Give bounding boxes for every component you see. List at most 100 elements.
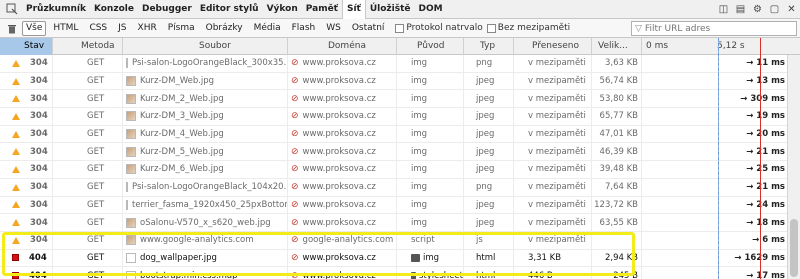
table-row[interactable]: 304 GET Psi-salon-LogoOrangeBlack_104x20.p…: [0, 178, 787, 197]
size: 46,39 KB: [599, 146, 638, 157]
table-row[interactable]: 304 GET terrier_fasma_1920x450_25pxBottom.…: [0, 196, 787, 215]
tab-5[interactable]: Paměť: [302, 0, 342, 19]
size: 39,48 KB: [599, 164, 638, 175]
tab-4[interactable]: Výkon: [263, 0, 302, 19]
tab-0[interactable]: Průzkumník: [22, 0, 90, 19]
file-name: Kurz-DM_5_Web.jpg: [140, 146, 224, 157]
transferred: v mezipaměti: [528, 146, 586, 157]
tab-3[interactable]: Editor stylů: [196, 0, 263, 19]
column-size[interactable]: Velik...: [592, 37, 642, 55]
filter-type-button[interactable]: Flash: [288, 21, 320, 36]
persist-log-checkbox[interactable]: Protokol natrvalo: [395, 23, 483, 33]
insecure-lock-icon: ⊘: [291, 76, 299, 87]
table-row[interactable]: 304 GET Kurz-DM_4_Web.jpg ⊘ www.proksova.cz i…: [0, 125, 787, 144]
timing: → 25 ms: [746, 164, 785, 175]
table-row[interactable]: 304 GET Kurz-DM_5_Web.jpg ⊘ www.proksova.cz i…: [0, 143, 787, 162]
filter-type-button[interactable]: WS: [322, 21, 345, 36]
scrollbar-thumb[interactable]: [790, 219, 798, 277]
transferred: v mezipaměti: [528, 58, 586, 69]
domain: www.proksova.cz: [302, 270, 376, 279]
filter-type-button[interactable]: Písma: [164, 21, 199, 36]
status-code: 304: [30, 199, 48, 210]
filter-url-input[interactable]: [644, 23, 785, 34]
column-transferred[interactable]: Přeneseno: [514, 37, 592, 55]
filter-url-field[interactable]: ▽: [631, 21, 797, 36]
tab-1[interactable]: Konzole: [90, 0, 138, 19]
thumbnail-icon: [126, 217, 136, 228]
split-console-icon[interactable]: ▤: [732, 1, 749, 18]
close-icon[interactable]: ✕: [783, 1, 800, 18]
persist-log-box[interactable]: [395, 23, 405, 33]
table-row[interactable]: 304 GET Kurz-DM_6_Web.jpg ⊘ www.proksova.cz i…: [0, 161, 787, 179]
tab-6[interactable]: Síť: [341, 0, 366, 19]
status-code: 304: [30, 111, 48, 122]
filter-type-button[interactable]: HTML: [49, 21, 82, 36]
transferred: v mezipaměti: [528, 111, 586, 122]
filter-type-button[interactable]: Obrázky: [202, 21, 247, 36]
cause: img: [411, 93, 428, 104]
inspect-icon[interactable]: [4, 1, 20, 17]
column-cause[interactable]: Původ: [397, 37, 464, 55]
column-domain[interactable]: Doména: [288, 37, 397, 55]
column-timeline[interactable]: 0 ms 5,12 s: [642, 38, 787, 55]
column-type[interactable]: Typ: [464, 37, 514, 55]
size: 123,72 KB: [594, 199, 638, 210]
type: jpeg: [476, 93, 495, 104]
settings-icon[interactable]: ⚙: [749, 1, 766, 18]
dock-icon[interactable]: ◫: [715, 1, 732, 18]
transferred: v mezipaměti: [528, 235, 586, 246]
file-name: Kurz-DM_Web.jpg: [140, 76, 215, 87]
filter-type-button[interactable]: Vše: [22, 20, 47, 36]
table-row[interactable]: 304 GET Kurz-DM_Web.jpg ⊘ www.proksova.cz img…: [0, 72, 787, 91]
timeline-start-label: 0 ms: [646, 40, 669, 51]
size: 63,55 KB: [599, 217, 638, 228]
size: 47,01 KB: [599, 129, 638, 140]
tab-7[interactable]: Úložiště: [366, 0, 415, 19]
file-name: Kurz-DM_3_Web.jpg: [140, 111, 224, 122]
method: GET: [87, 58, 105, 69]
size: 245 B: [613, 270, 638, 279]
domain: www.proksova.cz: [302, 217, 376, 228]
status-code: 304: [30, 235, 48, 246]
vertical-scrollbar[interactable]: [787, 55, 800, 279]
table-row[interactable]: 304 GET Psi-salon-LogoOrangeBlack_300x35.p…: [0, 55, 787, 73]
status-code: 304: [30, 164, 48, 175]
filter-type-button[interactable]: JS: [114, 21, 130, 36]
trash-icon[interactable]: [4, 20, 20, 36]
error-icon: [12, 272, 19, 279]
status-code: 304: [30, 129, 48, 140]
status-code: 404: [29, 252, 47, 263]
column-status[interactable]: Stav: [0, 37, 53, 55]
dock-side-icon[interactable]: ▢: [766, 1, 783, 18]
timing: → 11 ms: [746, 58, 785, 69]
table-row[interactable]: 304 GET Kurz-DM_2_Web.jpg ⊘ www.proksova.cz i…: [0, 90, 787, 109]
status-code: 304: [30, 146, 48, 157]
thumbnail-icon: [126, 164, 136, 175]
tab-2[interactable]: Debugger: [138, 0, 196, 19]
disable-cache-checkbox[interactable]: Bez mezipaměti: [486, 23, 570, 33]
table-row[interactable]: 304 GET Kurz-DM_3_Web.jpg ⊘ www.proksova.cz i…: [0, 108, 787, 126]
table-row[interactable]: 404 GET bootstrap.min.css.map ⊘ www.proksova…: [0, 267, 787, 279]
table-row[interactable]: 404 GET dog_wallpaper.jpg ⊘ www.proksova.cz i…: [0, 249, 787, 268]
column-method[interactable]: Metoda: [53, 37, 123, 55]
disable-cache-box[interactable]: [486, 23, 496, 33]
domain: www.proksova.cz: [302, 182, 376, 193]
table-row[interactable]: 304 GET www.google-analytics.com ⊘ google-an…: [0, 231, 787, 250]
timing: → 18 ms: [746, 217, 785, 228]
domain: www.proksova.cz: [302, 76, 376, 87]
cause: img: [411, 217, 428, 228]
column-file[interactable]: Soubor: [123, 37, 288, 55]
filter-type-button[interactable]: XHR: [134, 21, 161, 36]
thumbnail-icon: [126, 252, 136, 263]
filter-type-button[interactable]: Ostatní: [348, 21, 389, 36]
cause: img: [423, 252, 440, 263]
filter-type-button[interactable]: CSS: [85, 21, 111, 36]
type: jpeg: [476, 199, 495, 210]
table-row[interactable]: 304 GET oSalonu-V570_x_s620_web.jpg ⊘ www.pr…: [0, 214, 787, 232]
cause: img: [411, 199, 428, 210]
filter-type-button[interactable]: Média: [250, 21, 285, 36]
cause: script: [411, 235, 435, 246]
size: 56,74 KB: [599, 76, 638, 87]
tab-8[interactable]: DOM: [415, 0, 447, 19]
domain: www.proksova.cz: [302, 146, 376, 157]
